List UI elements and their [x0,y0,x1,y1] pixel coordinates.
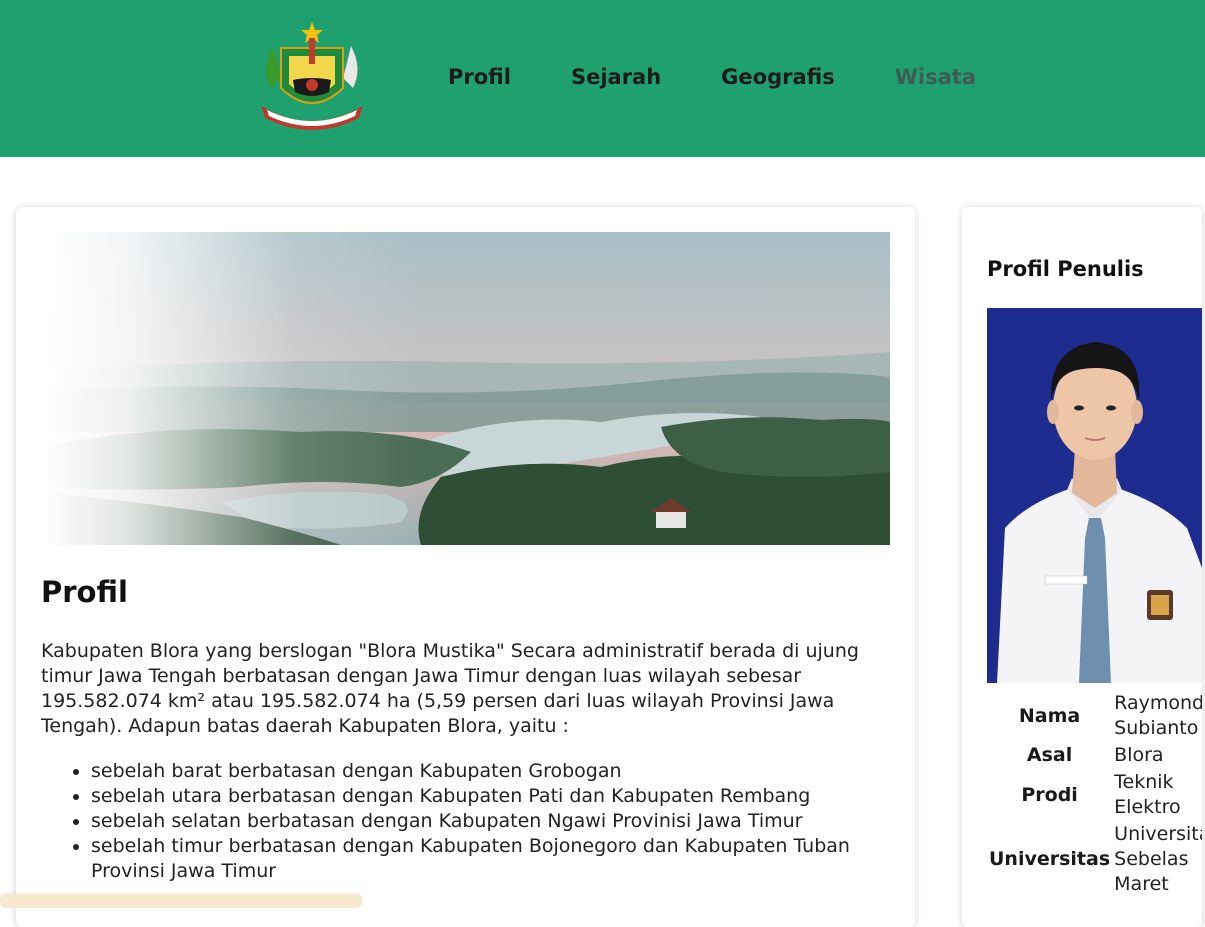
site-header: Profil Sejarah Geografis Wisata [0,0,1205,157]
info-key: Asal [1026,744,1073,766]
main-nav: Profil Sejarah Geografis Wisata [448,62,1036,92]
info-key: Nama [1018,704,1081,727]
nav-sejarah[interactable]: Sejarah [571,62,661,92]
info-value: Blora [1114,744,1164,766]
list-item: sebelah selatan berbatasan dengan Kabupa… [91,809,881,834]
table-row: Asal Blora [987,742,1202,769]
sidebar-title: Profil Penulis [987,257,1144,281]
table-row: Universitas Universitas Sebelas Maret [987,821,1202,898]
nav-geografis[interactable]: Geografis [721,62,835,92]
table-row: Prodi Teknik Elektro [987,769,1202,821]
info-key: Prodi [1021,783,1078,806]
author-info-table: Nama Raymond Subianto Asal Blora Prodi T… [987,690,1202,898]
info-key: Universitas [989,848,1111,870]
nav-profil[interactable]: Profil [448,62,511,92]
blora-logo[interactable] [253,18,371,136]
profil-intro: Kabupaten Blora yang berslogan "Blora Mu… [41,640,859,737]
main-card: Profil Kabupaten Blora yang berslogan "B… [16,207,915,927]
border-list: sebelah barat berbatasan dengan Kabupate… [41,759,881,884]
list-item: sebelah timur berbatasan dengan Kabupate… [91,834,881,884]
nav-wisata[interactable]: Wisata [895,62,976,92]
info-value: Universitas Sebelas Maret [1114,823,1202,895]
hero-image [41,232,890,545]
list-item: sebelah barat berbatasan dengan Kabupate… [91,759,881,784]
page-title: Profil [41,575,128,609]
author-photo [987,308,1202,683]
bottom-notification-bar[interactable] [0,894,362,908]
info-value: Raymond Subianto [1114,692,1202,739]
table-row: Nama Raymond Subianto [987,690,1202,742]
list-item: sebelah utara berbatasan dengan Kabupate… [91,784,881,809]
author-card: Profil Penulis Nama Raymond Subianto Asa… [962,207,1202,927]
info-value: Teknik Elektro [1114,771,1181,818]
